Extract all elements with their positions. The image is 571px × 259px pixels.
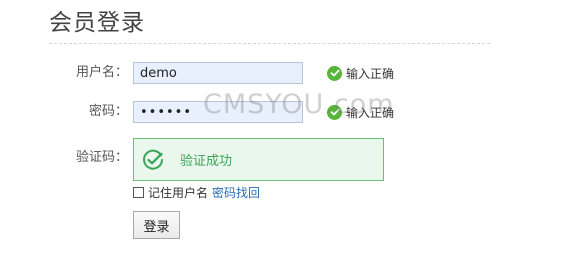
captcha-label: 验证码： bbox=[75, 150, 128, 165]
login-page: 会员登录 用户名： 输入正确 密码： 输入正确 CMSYOU.com 验证码： … bbox=[0, 0, 571, 259]
username-hint-text: 输入正确 bbox=[346, 66, 395, 81]
password-label: 密码： bbox=[88, 104, 128, 119]
forgot-password-link[interactable]: 密码找回 bbox=[212, 184, 260, 201]
username-input[interactable] bbox=[133, 62, 303, 84]
remember-label: 记住用户名 bbox=[148, 185, 209, 200]
username-label: 用户名： bbox=[75, 65, 128, 80]
username-hint: 输入正确 bbox=[327, 62, 394, 84]
check-circle-outline-icon bbox=[142, 149, 164, 171]
page-title: 会员登录 bbox=[49, 10, 145, 36]
title-divider bbox=[49, 43, 490, 44]
captcha-widget[interactable]: 验证成功 bbox=[133, 138, 384, 181]
captcha-status: 验证成功 bbox=[180, 154, 233, 169]
login-button[interactable]: 登录 bbox=[133, 211, 180, 239]
remember-row: 记住用户名 密码找回 bbox=[133, 183, 260, 201]
remember-checkbox[interactable] bbox=[133, 186, 144, 198]
check-circle-icon bbox=[327, 65, 342, 81]
watermark: CMSYOU.com bbox=[203, 89, 395, 120]
